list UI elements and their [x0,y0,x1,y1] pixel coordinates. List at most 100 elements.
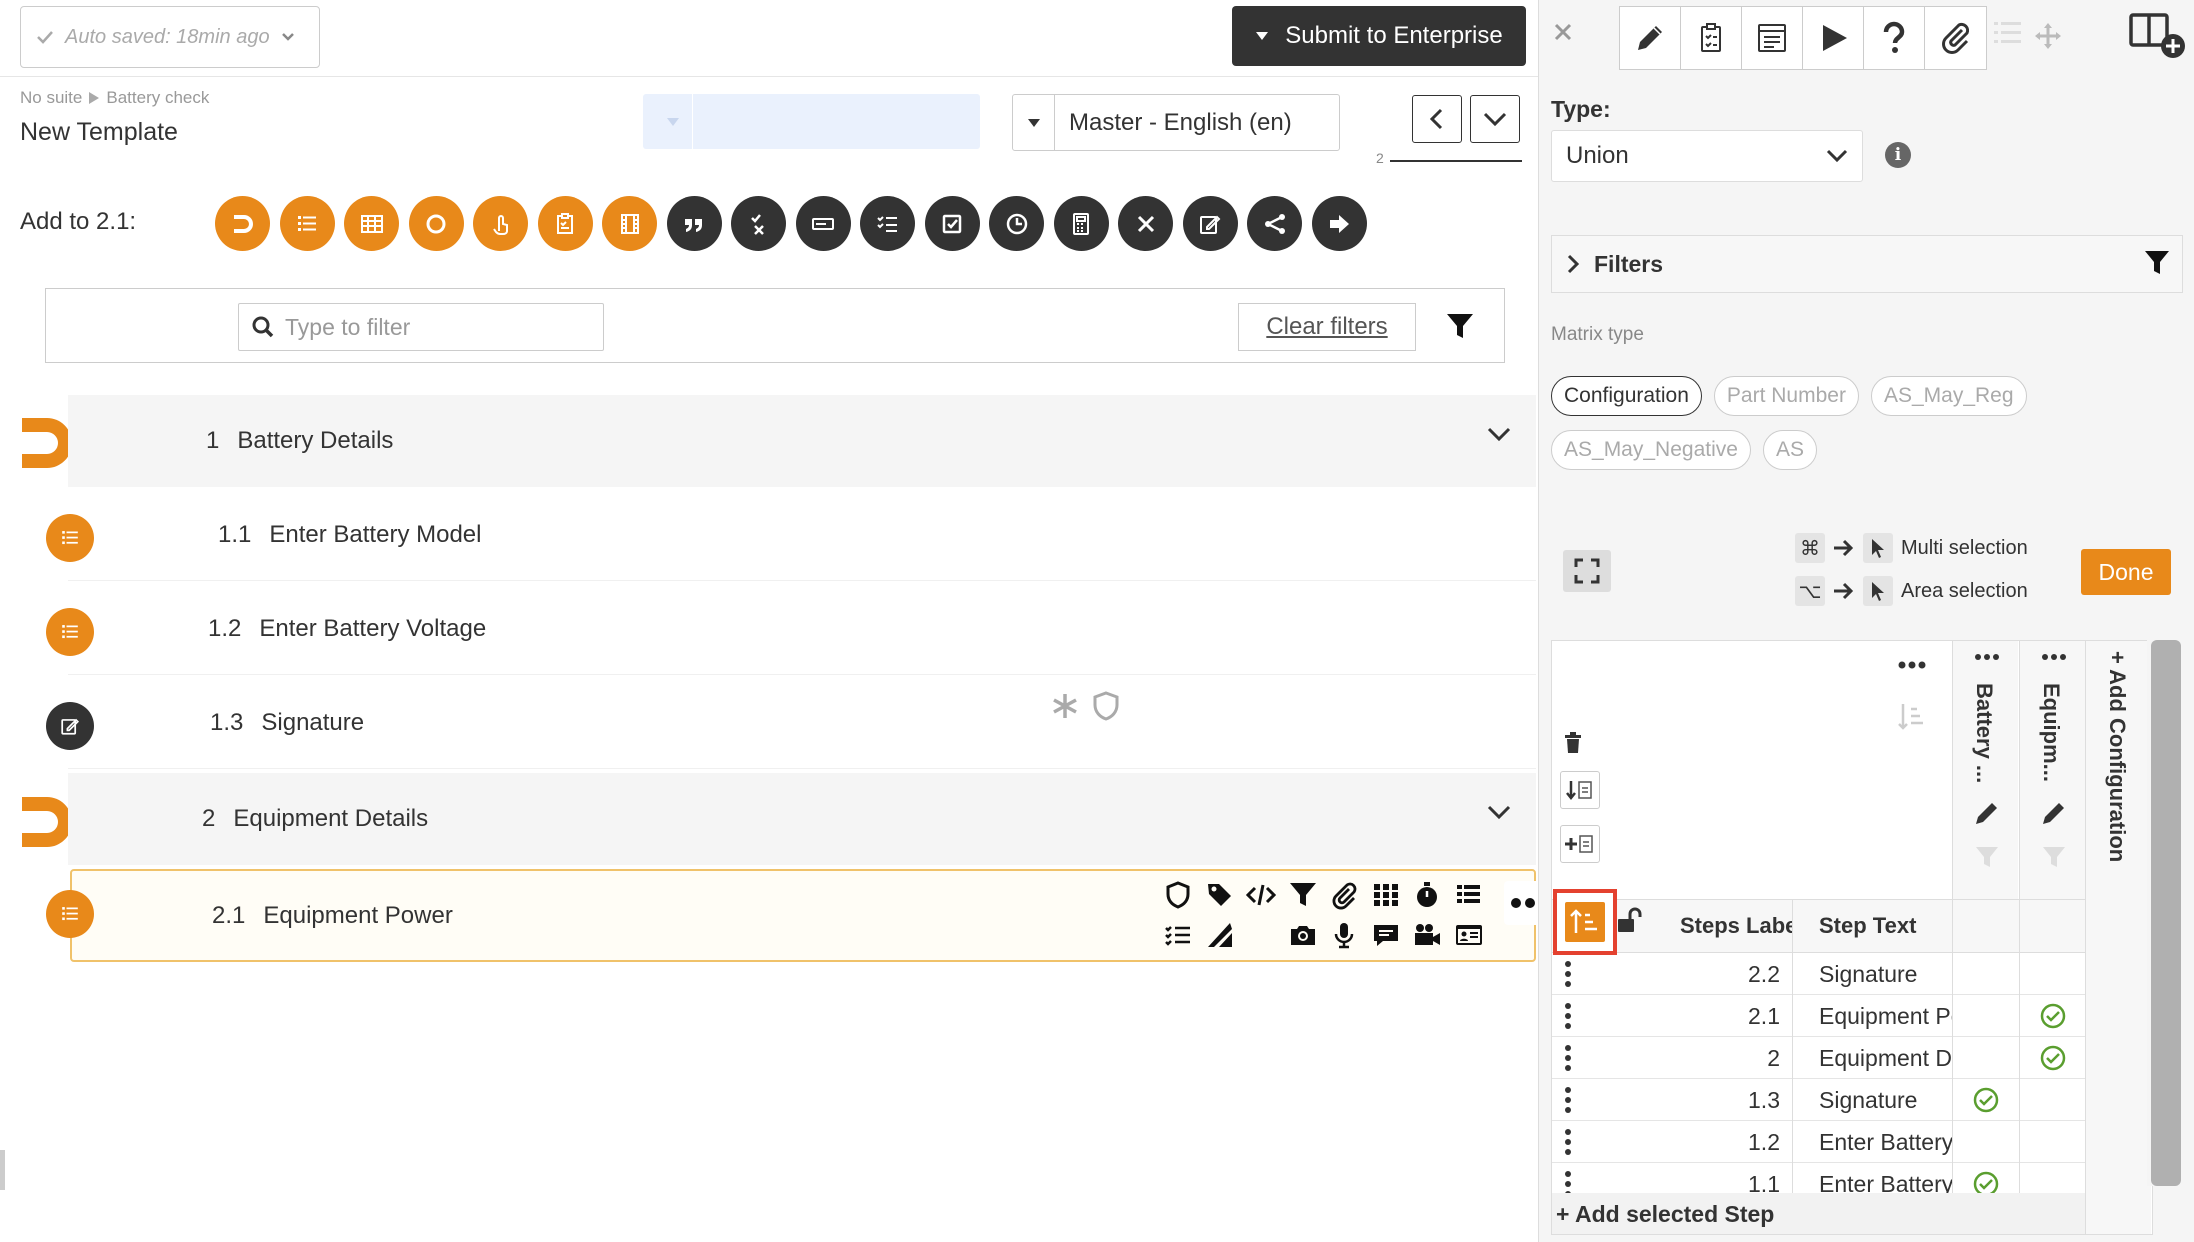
grid-icon[interactable] [1368,877,1404,913]
add-clock-icon[interactable] [989,196,1044,251]
add-input-field-icon[interactable] [795,196,851,251]
previous-step-button[interactable] [1412,95,1462,143]
signature-stroke-icon[interactable] [1202,917,1238,953]
camera-icon[interactable] [1285,917,1321,953]
add-arrow-right-icon[interactable] [1311,196,1367,251]
matrix-cell[interactable] [2019,1121,2085,1163]
master-language-select[interactable]: Master - English (en) [1012,94,1340,151]
scroll-indicator[interactable] [0,1150,5,1190]
submit-to-enterprise-button[interactable]: Submit to Enterprise [1232,6,1526,66]
step-row[interactable]: 1.2 Enter Battery Voltage [68,583,1536,675]
add-signature-icon[interactable] [1182,196,1238,251]
funnel-icon[interactable] [1285,877,1321,913]
funnel-icon[interactable] [1975,845,1999,869]
clear-filters-button[interactable]: Clear filters [1238,303,1416,351]
close-icon[interactable] [1551,20,1575,44]
add-calculator-icon[interactable] [1053,196,1109,251]
add-step-icon[interactable] [1560,825,1600,863]
paperclip-icon[interactable] [1925,7,1986,69]
row-menu-icon[interactable] [1564,1002,1572,1030]
matrix-row[interactable]: 1.2 Enter Battery Voltage [1552,1121,2085,1163]
add-table-icon[interactable] [344,196,399,251]
checklist-icon[interactable] [1160,917,1196,953]
list-icon[interactable] [1994,20,2022,46]
chevron-down-icon[interactable] [1486,803,1512,821]
section-row[interactable]: 2 Equipment Details [68,773,1536,865]
step-row[interactable]: 1.1 Enter Battery Model [68,489,1536,581]
matrix-cell[interactable] [1952,953,2019,995]
database-list-icon[interactable] [1451,877,1487,913]
unlock-icon[interactable] [1616,907,1642,933]
paperclip-icon[interactable] [1326,877,1362,913]
help-icon[interactable] [1864,7,1925,69]
clipboard-icon[interactable] [1681,7,1742,69]
filters-accordion[interactable]: Filters [1551,235,2183,293]
info-icon[interactable]: i [1885,142,1911,168]
row-menu-icon[interactable] [1564,1128,1572,1156]
chip-as-may-reg[interactable]: AS_May_Reg [1870,376,2027,416]
add-check-x-icon[interactable] [731,196,786,251]
code-icon[interactable] [1243,877,1279,913]
pencil-icon[interactable] [2040,799,2068,827]
row-menu-icon[interactable] [1564,1044,1572,1072]
stopwatch-icon[interactable] [1409,877,1445,913]
section-row[interactable]: 1 Battery Details [68,395,1536,487]
matrix-column-equipment[interactable]: Equipm... [2019,641,2085,899]
pencil-icon[interactable] [1973,799,2001,827]
microphone-icon[interactable] [1326,917,1362,953]
matrix-cell[interactable] [2019,953,2085,995]
breadcrumb-item[interactable]: Battery check [106,88,209,108]
matrix-cell[interactable] [2019,995,2085,1037]
expand-icon[interactable] [1563,550,1611,592]
add-film-icon[interactable] [602,196,657,251]
add-layout-icon[interactable] [2129,12,2189,60]
template-title[interactable]: New Template [20,118,178,147]
filter-input[interactable]: Type to filter [238,303,604,351]
funnel-icon[interactable] [2144,250,2170,276]
funnel-icon[interactable] [2042,845,2066,869]
more-options-icon[interactable] [1975,653,1999,661]
trash-icon[interactable] [1560,731,1600,755]
matrix-column-battery[interactable]: Battery ... [1952,641,2018,899]
comment-icon[interactable] [1368,917,1404,953]
insert-step-below-icon[interactable] [1560,771,1600,809]
more-options-icon[interactable] [1898,661,1926,669]
chip-part-number[interactable]: Part Number [1713,376,1859,416]
type-select[interactable]: Union [1551,130,1863,182]
breadcrumb-suite[interactable]: No suite [20,88,82,108]
matrix-row[interactable]: 1.3 Signature [1552,1079,2085,1121]
step-row[interactable]: 1.3 Signature [68,677,1536,769]
add-selected-step-button[interactable]: + Add selected Step [1552,1193,2085,1234]
step-text-header[interactable]: Step Text [1792,900,1952,952]
add-circle-icon[interactable] [408,196,464,251]
add-section-icon[interactable] [215,196,270,251]
steps-label-header[interactable]: Steps Label [1680,900,1792,952]
shield-icon[interactable] [1160,877,1196,913]
chevron-down-icon[interactable] [1486,425,1512,443]
pencil-icon[interactable] [1620,7,1681,69]
matrix-row[interactable]: 2.1 Equipment Power [1552,995,2085,1037]
chip-as-may-negative[interactable]: AS_May_Negative [1551,430,1751,470]
matrix-cell[interactable] [1952,1079,2019,1121]
add-branch-icon[interactable] [1247,196,1302,251]
id-card-icon[interactable] [1451,917,1487,953]
matrix-cell[interactable] [2019,1079,2085,1121]
video-camera-icon[interactable] [1409,917,1445,953]
sort-icon[interactable] [1898,701,1926,731]
matrix-row[interactable]: 2.2 Signature [1552,953,2085,995]
add-multi-check-icon[interactable] [860,196,915,251]
secondary-language-select[interactable] [643,94,980,149]
matrix-cell[interactable] [1952,1037,2019,1079]
matrix-cell[interactable] [1952,995,2019,1037]
add-hand-icon[interactable] [473,196,528,251]
next-step-button[interactable] [1470,95,1520,143]
add-list-step-icon[interactable] [279,196,335,251]
step-row-active[interactable]: 2.1 Equipment Power [70,869,1583,962]
add-checkbox-icon[interactable] [924,196,980,251]
done-button[interactable]: Done [2081,549,2171,595]
move-icon[interactable] [2034,22,2062,50]
row-menu-icon[interactable] [1564,960,1572,988]
matrix-row[interactable]: 2 Equipment Details [1552,1037,2085,1079]
add-tools-icon[interactable] [1118,196,1173,251]
play-icon[interactable] [1803,7,1864,69]
